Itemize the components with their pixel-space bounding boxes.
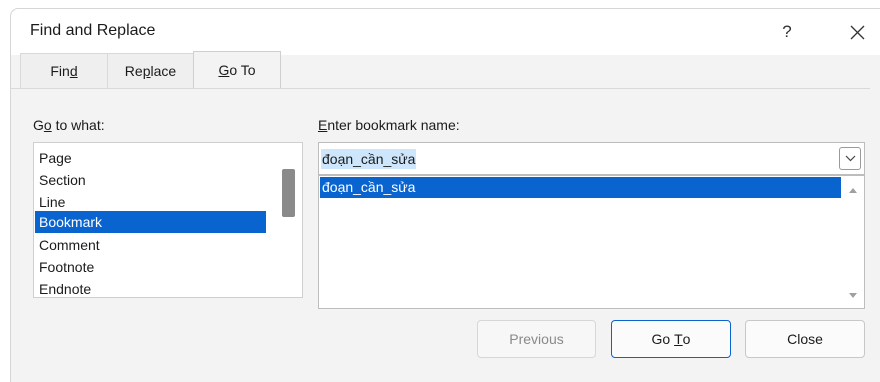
previous-button[interactable]: Previous: [477, 320, 596, 358]
go-to-what-accesskey: o: [43, 117, 52, 133]
bookmark-name-input[interactable]: đoạn_cần_sửa: [321, 149, 417, 169]
bookmark-list-item[interactable]: đoạn_cần_sửa: [320, 177, 841, 198]
go-to-button-label: Go: [651, 331, 675, 347]
title-bar: Find and Replace ?: [11, 9, 880, 55]
tab-find-accesskey: d: [69, 63, 78, 79]
list-item-comment[interactable]: Comment: [35, 234, 266, 256]
go-to-button-accesskey: T: [674, 331, 683, 347]
go-to-button[interactable]: Go To: [611, 320, 731, 358]
list-item-page[interactable]: Page: [35, 147, 266, 169]
tab-find[interactable]: Fin d: [20, 53, 108, 88]
tab-find-label: Fin: [50, 63, 70, 79]
bookmark-list[interactable]: đoạn_cần_sửa: [318, 175, 865, 309]
go-to-what-list[interactable]: Page Section Line Bookmark Comment Footn…: [33, 142, 303, 298]
tab-go-to[interactable]: Go To: [193, 51, 281, 88]
close-icon: [850, 25, 864, 39]
bookmark-list-scrollbar[interactable]: [844, 178, 862, 306]
list-scrollbar-thumb[interactable]: [282, 169, 295, 217]
tab-strip: Fin d Re p lace Go To: [20, 51, 281, 88]
scroll-up-arrow-icon[interactable]: [848, 186, 858, 194]
go-to-what-label: Go to what:: [33, 117, 105, 133]
go-to-what-label-start: G: [33, 117, 44, 133]
tab-goto-accesskey: G: [218, 62, 230, 78]
bookmark-name-label-rest: nter bookmark name:: [327, 117, 460, 133]
go-to-button-label-rest: o: [682, 331, 691, 347]
close-button[interactable]: Close: [745, 320, 865, 358]
help-icon: ?: [782, 22, 792, 41]
help-button[interactable]: ?: [767, 15, 807, 49]
combobox-dropdown-button[interactable]: [839, 147, 861, 170]
go-to-what-label-rest: to what:: [51, 117, 105, 133]
list-item-footnote[interactable]: Footnote: [35, 256, 266, 278]
tab-replace[interactable]: Re p lace: [107, 53, 194, 88]
list-item-section[interactable]: Section: [35, 169, 266, 191]
dialog-title: Find and Replace: [30, 22, 156, 39]
list-item-line[interactable]: Line: [35, 191, 266, 213]
tab-replace-label: Re: [124, 63, 143, 79]
list-item-bookmark[interactable]: Bookmark: [35, 211, 266, 233]
bookmark-name-combobox[interactable]: đoạn_cần_sửa: [318, 142, 865, 175]
tab-replace-accesskey: p: [142, 63, 151, 79]
close-window-button[interactable]: [837, 15, 877, 49]
bookmark-name-label: Enter bookmark name:: [318, 117, 460, 133]
chevron-down-icon: [845, 155, 855, 162]
list-item-endnote[interactable]: Endnote: [35, 278, 266, 298]
tab-replace-label-rest: lace: [150, 63, 177, 79]
scroll-down-arrow-icon[interactable]: [848, 292, 858, 300]
tab-goto-label-rest: o To: [229, 62, 256, 78]
bookmark-name-accesskey: E: [318, 117, 328, 133]
